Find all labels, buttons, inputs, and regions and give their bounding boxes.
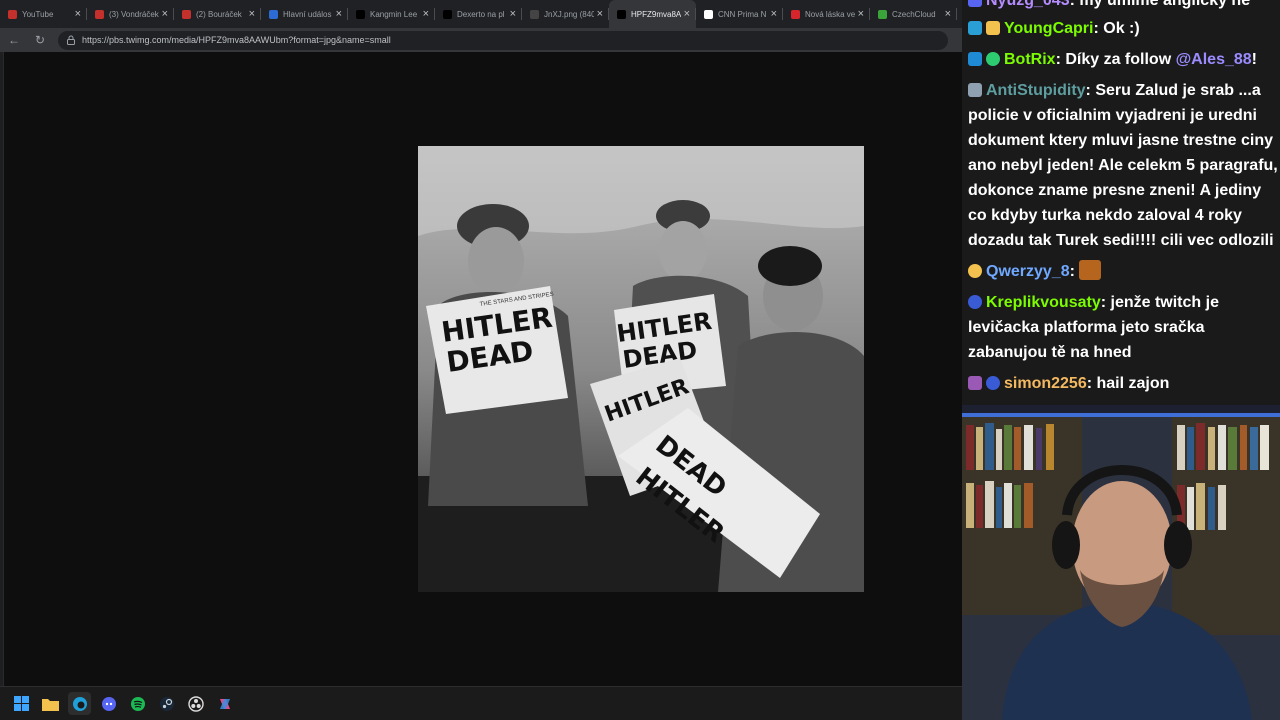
tab-strip: YouTube × (3) Vondráček × (2) Bouráček × Hlavn…: [0, 0, 962, 28]
tab-label: JnXJ.png (840: [544, 9, 594, 19]
chat-username[interactable]: YoungCapri: [1004, 20, 1093, 37]
tab-label: Hlavní událos: [283, 9, 332, 19]
tab-label: CNN Prima N: [718, 9, 767, 19]
windows-start-icon[interactable]: [10, 692, 33, 715]
tab-label: YouTube: [22, 9, 54, 19]
browser-tab[interactable]: Nová láska ve ×: [783, 0, 870, 28]
close-tab-icon[interactable]: ×: [858, 8, 864, 20]
edge-browser-icon[interactable]: [68, 692, 91, 715]
steam-icon[interactable]: [155, 692, 178, 715]
browser-tab[interactable]: HPFZ9mva8A ×: [609, 0, 696, 28]
reload-icon[interactable]: ↻: [30, 33, 50, 47]
tab-label: Nová láska ve: [805, 9, 855, 19]
youtube-icon: [95, 9, 104, 19]
tab-label: (2) Bouráček: [196, 9, 242, 19]
back-icon[interactable]: ←: [4, 33, 24, 47]
youtube-icon: [8, 9, 17, 19]
chat-message: BotRix: Díky za follow @Ales_88!: [968, 47, 1278, 72]
browser-window: YouTube × (3) Vondráček × (2) Bouráček × Hlavn…: [0, 0, 963, 720]
close-tab-icon[interactable]: ×: [249, 8, 255, 20]
browser-tab[interactable]: Kangmin Lee ×: [348, 0, 435, 28]
emote-icon: [1079, 260, 1102, 280]
address-bar[interactable]: https://pbs.twimg.com/media/HPFZ9mva8AAW…: [58, 30, 948, 50]
chat-message: simon2256: hail zajon: [968, 371, 1278, 396]
browser-toolbar: ← ↻ https://pbs.twimg.com/media/HPFZ9mva…: [0, 28, 962, 52]
stream-chat-panel: Nyuzg_043: my umíme anglicky ne YoungCap…: [962, 0, 1280, 405]
chat-username[interactable]: Kreplikvousaty: [986, 294, 1101, 311]
close-tab-icon[interactable]: ×: [336, 8, 342, 20]
taskbar: [0, 686, 962, 720]
historical-photo: THE STARS AND STRIPES HITLER DEAD HITLER…: [418, 146, 864, 592]
tab-label: (3) Vondráček: [109, 9, 159, 19]
discord-icon[interactable]: [97, 692, 120, 715]
chat-username[interactable]: Nyuzg_043: [986, 0, 1070, 9]
tab-label: Dexerto na pl: [457, 9, 505, 19]
close-tab-icon[interactable]: ×: [510, 8, 516, 20]
image-icon: [530, 9, 539, 19]
copilot-icon[interactable]: [213, 692, 236, 715]
close-tab-icon[interactable]: ×: [771, 8, 777, 20]
browser-tab[interactable]: JnXJ.png (840 ×: [522, 0, 609, 28]
browser-tab[interactable]: (2) Bouráček ×: [174, 0, 261, 28]
chat-message: Kreplikvousaty: jenže twitch je levičack…: [968, 294, 1219, 361]
close-tab-icon[interactable]: ×: [423, 8, 429, 20]
file-explorer-icon[interactable]: [39, 692, 62, 715]
webcam-feed: [962, 405, 1280, 720]
browser-tab[interactable]: (3) Vondráček ×: [87, 0, 174, 28]
chat-mention[interactable]: @Ales_88: [1176, 51, 1252, 68]
browser-tab[interactable]: YouTube ×: [0, 0, 87, 28]
browser-tab[interactable]: Hlavní událos ×: [261, 0, 348, 28]
close-tab-icon[interactable]: ×: [945, 8, 951, 20]
news-icon: [269, 9, 278, 19]
spotify-icon[interactable]: [126, 692, 149, 715]
browser-tab[interactable]: CNN Prima N ×: [696, 0, 783, 28]
page-viewport: THE STARS AND STRIPES HITLER DEAD HITLER…: [3, 52, 963, 686]
site-info-icon[interactable]: [66, 35, 76, 45]
chat-message: YoungCapri: Ok :): [968, 16, 1278, 41]
x-icon: [356, 9, 365, 19]
close-tab-icon[interactable]: ×: [597, 8, 603, 20]
youtube-icon: [182, 9, 191, 19]
chat-username[interactable]: simon2256: [1004, 375, 1087, 392]
tab-label: Kangmin Lee: [370, 9, 418, 19]
obs-icon[interactable]: [184, 692, 207, 715]
cloud-icon: [878, 9, 887, 19]
close-tab-icon[interactable]: ×: [75, 8, 81, 20]
chat-message: AntiStupidity: Seru Zalud je srab ...a p…: [968, 82, 1278, 249]
x-icon: [617, 9, 626, 19]
chat-message: Qwerzyy_8:: [968, 259, 1278, 284]
tab-label: HPFZ9mva8A: [631, 9, 681, 19]
b-icon: [791, 9, 800, 19]
cnn-icon: [704, 9, 713, 19]
close-tab-icon[interactable]: ×: [684, 8, 690, 20]
close-tab-icon[interactable]: ×: [162, 8, 168, 20]
x-icon: [443, 9, 452, 19]
chat-username[interactable]: BotRix: [1004, 51, 1056, 68]
browser-tab[interactable]: Dexerto na pl ×: [435, 0, 522, 28]
url-text[interactable]: https://pbs.twimg.com/media/HPFZ9mva8AAW…: [82, 35, 391, 45]
tab-label: CzechCloud: [892, 9, 936, 19]
browser-tab[interactable]: CzechCloud ×: [870, 0, 957, 28]
newspaper-1: THE STARS AND STRIPES HITLER DEAD: [426, 286, 568, 414]
chat-username[interactable]: Qwerzyy_8: [986, 263, 1070, 280]
chat-message: Nyuzg_043: my umíme anglicky ne: [968, 0, 1278, 13]
chat-username[interactable]: AntiStupidity: [986, 82, 1086, 99]
